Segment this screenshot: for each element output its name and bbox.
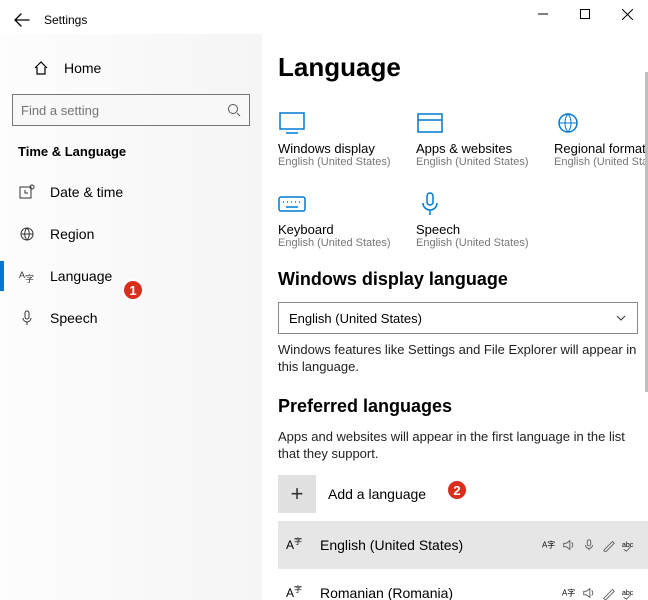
handwriting-feature-icon bbox=[602, 538, 616, 552]
nav-item-label: Speech bbox=[50, 310, 97, 326]
svg-text:字: 字 bbox=[25, 273, 34, 284]
svg-text:A字: A字 bbox=[542, 539, 555, 549]
arrow-left-icon bbox=[14, 12, 30, 28]
spellcheck-feature-icon: abc bbox=[622, 586, 636, 600]
microphone-tile-icon bbox=[416, 186, 524, 216]
language-features: A字 abc bbox=[542, 538, 636, 552]
svg-text:abc: abc bbox=[622, 589, 634, 596]
search-input[interactable] bbox=[21, 103, 227, 118]
nav-home[interactable]: Home bbox=[10, 52, 252, 84]
tile-name: Windows display bbox=[278, 141, 386, 156]
title-bar-left: Settings bbox=[0, 0, 87, 34]
tile-keyboard[interactable]: Keyboard English (United States) bbox=[278, 186, 386, 249]
close-button[interactable] bbox=[606, 0, 648, 28]
window-controls bbox=[522, 0, 648, 28]
language-glyph-icon: A字 bbox=[286, 586, 314, 599]
nav-date-time[interactable]: Date & time bbox=[10, 171, 252, 213]
tile-name: Regional format bbox=[554, 141, 648, 156]
nav-region[interactable]: Region bbox=[10, 213, 252, 255]
language-item-left: A字 English (United States) bbox=[286, 537, 463, 553]
search-icon bbox=[227, 103, 241, 117]
display-language-value: English (United States) bbox=[289, 311, 422, 326]
language-item-romanian[interactable]: A字 Romanian (Romania) A字 abc bbox=[278, 569, 648, 600]
maximize-icon bbox=[580, 9, 590, 19]
chevron-down-icon bbox=[615, 312, 627, 324]
main-panel: Language Windows display English (United… bbox=[262, 34, 648, 600]
tile-row-2: Keyboard English (United States) Speech … bbox=[278, 186, 638, 249]
nav-speech[interactable]: Speech bbox=[10, 297, 252, 339]
title-bar: Settings bbox=[0, 0, 648, 34]
svg-text:A字: A字 bbox=[562, 587, 575, 597]
plus-icon: + bbox=[278, 475, 316, 513]
language-features: A字 abc bbox=[562, 586, 636, 600]
nav-item-label: Date & time bbox=[50, 184, 123, 200]
minimize-icon bbox=[538, 9, 548, 19]
keyboard-icon bbox=[278, 186, 386, 216]
window-title: Settings bbox=[44, 13, 87, 27]
tile-sub: English (United States) bbox=[416, 156, 524, 168]
minimize-button[interactable] bbox=[522, 0, 564, 28]
language-glyph-icon: A字 bbox=[286, 538, 314, 551]
clock-icon bbox=[18, 184, 36, 200]
close-icon bbox=[622, 9, 633, 20]
annotation-badge-1: 1 bbox=[122, 279, 144, 301]
tile-speech[interactable]: Speech English (United States) bbox=[416, 186, 524, 249]
handwriting-feature-icon bbox=[602, 586, 616, 600]
tile-windows-display[interactable]: Windows display English (United States) bbox=[278, 105, 386, 168]
globe-format-icon bbox=[554, 105, 648, 135]
tile-name: Speech bbox=[416, 222, 524, 237]
tts-feature-icon bbox=[582, 586, 596, 600]
display-language-select[interactable]: English (United States) bbox=[278, 302, 638, 334]
tile-sub: English (United States) bbox=[416, 237, 524, 249]
preferred-note: Apps and websites will appear in the fir… bbox=[278, 429, 638, 463]
language-icon: A字 bbox=[18, 268, 36, 284]
tile-sub: English (United States) bbox=[278, 237, 386, 249]
language-item-name: English (United States) bbox=[320, 537, 463, 553]
spellcheck-feature-icon: abc bbox=[622, 538, 636, 552]
display-feature-icon: A字 bbox=[562, 586, 576, 600]
svg-text:abc: abc bbox=[622, 541, 634, 548]
monitor-icon bbox=[278, 105, 386, 135]
display-feature-icon: A字 bbox=[542, 538, 556, 552]
section-display-language: Windows display language bbox=[278, 269, 638, 290]
add-language-label: Add a language bbox=[328, 486, 426, 502]
globe-icon bbox=[18, 226, 36, 242]
display-language-note: Windows features like Settings and File … bbox=[278, 342, 638, 376]
language-item-left: A字 Romanian (Romania) bbox=[286, 585, 453, 600]
page-title: Language bbox=[278, 52, 638, 83]
window-icon bbox=[416, 105, 524, 135]
microphone-icon bbox=[18, 310, 36, 326]
tile-row-1: Windows display English (United States) … bbox=[278, 105, 638, 168]
nav-item-label: Language bbox=[50, 268, 112, 284]
sidebar: Home Time & Language Date & time Region … bbox=[0, 34, 262, 600]
language-item-english[interactable]: A字 English (United States) A字 abc bbox=[278, 521, 648, 569]
search-box[interactable] bbox=[12, 94, 250, 126]
tile-regional-format[interactable]: Regional format English (United States) bbox=[554, 105, 648, 168]
sidebar-section-title: Time & Language bbox=[10, 144, 252, 159]
tile-name: Keyboard bbox=[278, 222, 386, 237]
tile-apps-websites[interactable]: Apps & websites English (United States) bbox=[416, 105, 524, 168]
tts-feature-icon bbox=[562, 538, 576, 552]
annotation-badge-2: 2 bbox=[446, 479, 468, 501]
language-item-name: Romanian (Romania) bbox=[320, 585, 453, 600]
tile-sub: English (United States) bbox=[278, 156, 386, 168]
section-preferred-languages: Preferred languages bbox=[278, 396, 638, 417]
maximize-button[interactable] bbox=[564, 0, 606, 28]
back-button[interactable] bbox=[8, 6, 36, 34]
speech-feature-icon bbox=[582, 538, 596, 552]
content-area: Home Time & Language Date & time Region … bbox=[0, 34, 648, 600]
nav-item-label: Region bbox=[50, 226, 94, 242]
tile-name: Apps & websites bbox=[416, 141, 524, 156]
tile-sub: English (United States) bbox=[554, 156, 648, 168]
nav-home-label: Home bbox=[64, 60, 101, 76]
home-icon bbox=[32, 60, 50, 76]
